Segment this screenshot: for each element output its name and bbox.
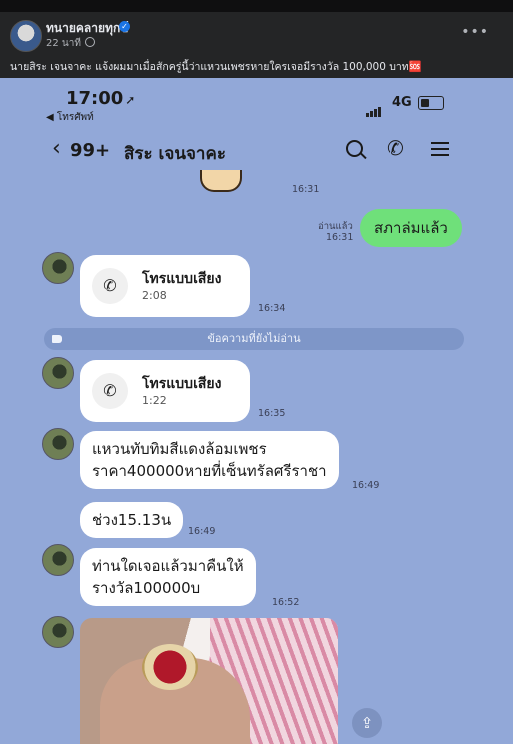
status-time: 17:00 ➚ (66, 88, 135, 109)
call-duration: 2:08 (142, 289, 167, 302)
message-line: รางวัล100000บ (92, 579, 201, 597)
sticker-time: 16:31 (292, 184, 320, 195)
network-label: 4G (392, 95, 412, 110)
message-line: ราคา400000หายที่เซ็นทรัลศรีราชา (92, 462, 327, 480)
phone-icon: ✆ (92, 373, 128, 409)
back-to-phone: ◀ โทรศัพท์ (46, 112, 94, 123)
message-time: 16:52 (272, 597, 300, 608)
author-avatar[interactable] (10, 20, 42, 52)
message-line: ท่านใดเจอแล้วมาคืนให้ (92, 557, 244, 575)
message-line: แหวนทับทิมสีแดงล้อมเพชร (92, 440, 267, 458)
tag-icon (52, 335, 62, 343)
contact-avatar (42, 544, 74, 576)
globe-icon (84, 37, 95, 47)
incoming-message: แหวนทับทิมสีแดงล้อมเพชร ราคา400000หายที่… (80, 431, 339, 489)
outgoing-message: สภาล่มแล้ว (360, 209, 462, 247)
menu-icon (431, 142, 449, 156)
outgoing-time: 16:31 (326, 232, 354, 243)
signal-icon (366, 98, 382, 117)
contact-avatar (42, 616, 74, 648)
unread-divider-label: ข้อความที่ยังไม่อ่าน (207, 332, 301, 345)
voice-call-bubble: ✆ โทรแบบเสียง 1:22 (80, 360, 250, 422)
post-time[interactable]: 22 นาที (46, 36, 95, 51)
message-time: 16:35 (258, 408, 286, 419)
phone-icon: ✆ (387, 136, 404, 160)
voice-call-bubble: ✆ โทรแบบเสียง 2:08 (80, 255, 250, 317)
post-time-text: 22 นาที (46, 38, 81, 49)
incoming-message: ช่วง15.13น (80, 502, 184, 538)
phone-icon: ✆ (92, 268, 128, 304)
sticker (200, 170, 242, 192)
call-title: โทรแบบเสียง (142, 376, 222, 392)
contact-avatar (42, 357, 74, 389)
search-icon (346, 140, 363, 157)
ruby-ring (142, 644, 198, 690)
post-caption: นายสิระ เจนจาคะ แจ้งผมมาเมื่อสักครู่นี้ว… (10, 61, 422, 73)
unread-count: 99+ (70, 140, 111, 161)
app-top-strip (0, 0, 513, 12)
contact-name: สิระ เจนจาคะ (124, 144, 226, 164)
message-time: 16:49 (188, 526, 216, 537)
location-arrow-icon: ➚ (125, 93, 136, 107)
unread-divider: ข้อความที่ยังไม่อ่าน (44, 328, 464, 350)
incoming-message: ท่านใดเจอแล้วมาคืนให้ รางวัล100000บ (80, 548, 256, 606)
verified-badge-icon: ✓ (119, 21, 130, 32)
chat-screenshot-image[interactable]: 17:00 ➚ ◀ โทรศัพท์ 4G ‹ 99+ สิระ เจนจาคะ … (0, 78, 513, 744)
contact-avatar (42, 252, 74, 284)
ring-photo-message (80, 618, 338, 744)
status-time-text: 17:00 (66, 88, 124, 109)
more-options-icon[interactable]: ••• (461, 24, 489, 40)
call-duration: 1:22 (142, 394, 167, 407)
battery-icon (418, 96, 444, 110)
call-title: โทรแบบเสียง (142, 271, 222, 287)
message-time: 16:49 (352, 480, 380, 491)
back-chevron-icon: ‹ (52, 136, 61, 161)
contact-avatar (42, 428, 74, 460)
message-time: 16:34 (258, 303, 286, 314)
share-icon: ⇪ (352, 708, 382, 738)
